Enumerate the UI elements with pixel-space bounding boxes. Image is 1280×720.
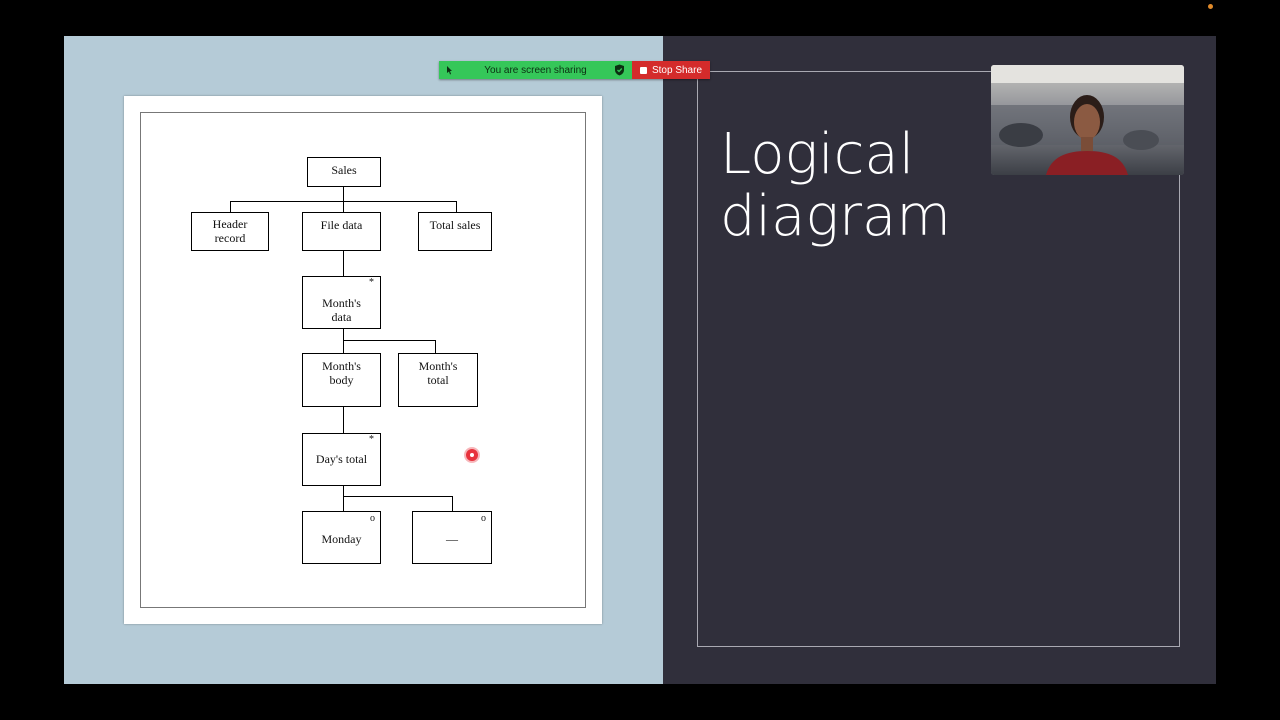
node-label: — xyxy=(446,532,458,546)
participant-video-thumbnail[interactable] xyxy=(991,65,1184,175)
connector xyxy=(343,187,344,201)
node-months-data: * Month's data xyxy=(302,276,381,329)
stop-icon xyxy=(639,66,647,74)
shield-icon xyxy=(615,64,624,76)
node-file-data: File data xyxy=(302,212,381,251)
node-label: Sales xyxy=(331,163,357,177)
node-days-total: * Day's total xyxy=(302,433,381,486)
node-label: Month's total xyxy=(418,359,458,387)
screen-share-toolbar: You are screen sharing Stop Share xyxy=(439,61,710,79)
node-label: Total sales xyxy=(429,218,481,232)
connector xyxy=(343,406,344,433)
recording-indicator xyxy=(1208,4,1213,9)
connector xyxy=(343,201,344,212)
pin-icon[interactable] xyxy=(444,64,456,76)
node-label: Month's data xyxy=(322,296,361,324)
node-sales: Sales xyxy=(307,157,381,187)
node-months-body: Month's body xyxy=(302,353,381,407)
node-monday: o Monday xyxy=(302,511,381,564)
stop-share-button[interactable]: Stop Share xyxy=(632,61,710,79)
connector xyxy=(452,496,453,511)
connector xyxy=(343,485,344,511)
node-label: File data xyxy=(320,218,363,232)
share-status-text: You are screen sharing xyxy=(484,64,587,76)
screen-share-view: Sales Header record File data Total sale… xyxy=(0,0,1280,720)
connector xyxy=(343,340,436,341)
iteration-mark: * xyxy=(369,277,374,288)
connector xyxy=(435,340,436,353)
connector xyxy=(230,201,231,212)
connector xyxy=(343,251,344,276)
share-status-pill[interactable]: You are screen sharing xyxy=(439,61,632,79)
node-label: Month's body xyxy=(322,359,361,387)
node-dash: o — xyxy=(412,511,492,564)
selection-mark: o xyxy=(370,513,375,524)
connector xyxy=(456,201,457,212)
node-months-total: Month's total xyxy=(398,353,478,407)
node-header-record: Header record xyxy=(191,212,269,251)
cursor-indicator xyxy=(466,449,478,461)
diagram-image: Sales Header record File data Total sale… xyxy=(124,96,602,624)
iteration-mark: * xyxy=(369,434,374,445)
node-label: Monday xyxy=(321,532,362,546)
slide-title: Logical diagram xyxy=(720,122,951,249)
selection-mark: o xyxy=(481,513,486,524)
node-label: Header record xyxy=(212,217,248,245)
node-label: Day's total xyxy=(315,452,368,466)
stop-share-label: Stop Share xyxy=(651,64,703,76)
node-total-sales: Total sales xyxy=(418,212,492,251)
slide-left-panel: Sales Header record File data Total sale… xyxy=(64,36,663,684)
connector xyxy=(343,496,453,497)
video-feed xyxy=(991,65,1184,175)
